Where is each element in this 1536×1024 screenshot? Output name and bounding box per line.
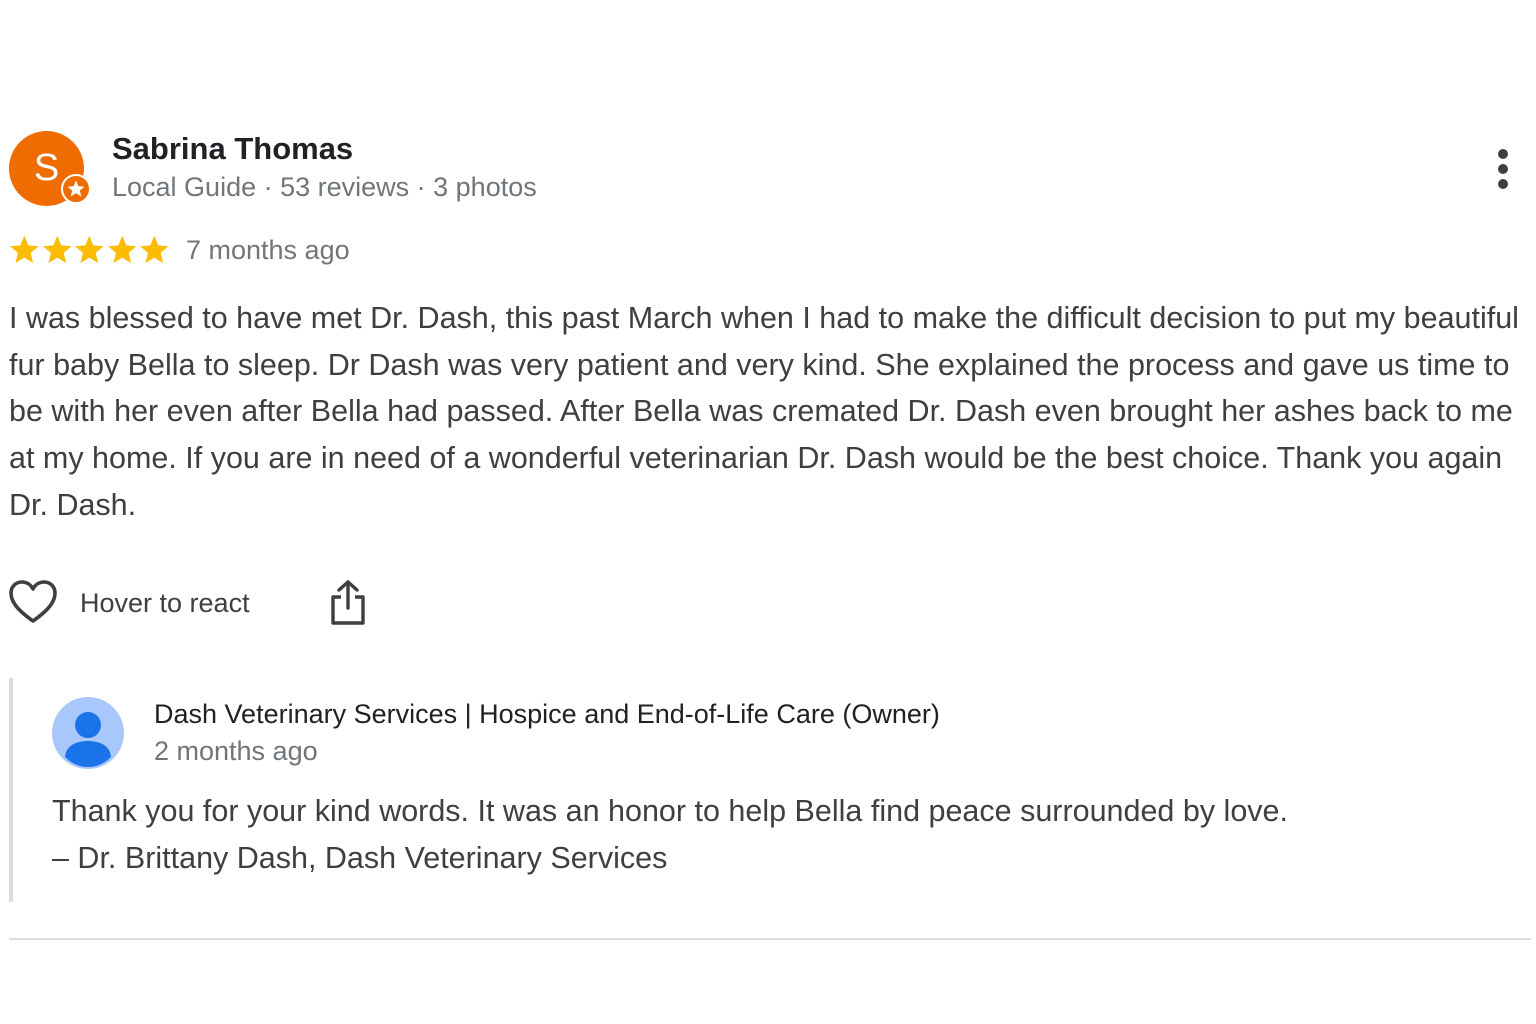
default-person-avatar-icon bbox=[52, 697, 124, 769]
review-text: I was blessed to have met Dr. Dash, this… bbox=[9, 301, 1519, 522]
owner-response-text: Thank you for your kind words. It was an… bbox=[52, 788, 1512, 882]
owner-name: Dash Veterinary Services | Hospice and E… bbox=[154, 699, 940, 729]
reviewer-avatar[interactable]: S bbox=[9, 131, 91, 206]
owner-response-line: Thank you for your kind words. It was an… bbox=[52, 794, 1288, 828]
star-rating bbox=[8, 233, 171, 267]
star-icon bbox=[140, 235, 169, 264]
review-divider bbox=[9, 938, 1531, 940]
star-icon bbox=[10, 235, 39, 264]
owner-response-time: 2 months ago bbox=[154, 736, 318, 766]
owner-response-signature: – Dr. Brittany Dash, Dash Veterinary Ser… bbox=[52, 841, 668, 875]
reviewer-meta: Local Guide · 53 reviews · 3 photos bbox=[112, 172, 537, 202]
react-button[interactable]: Hover to react bbox=[8, 578, 250, 628]
star-icon bbox=[107, 235, 137, 264]
star-icon bbox=[42, 235, 72, 264]
share-icon[interactable] bbox=[328, 578, 368, 628]
more-vert-icon[interactable] bbox=[1484, 146, 1522, 192]
local-guide-star-icon bbox=[61, 174, 91, 204]
review-time: 7 months ago bbox=[186, 235, 350, 265]
star-icon bbox=[75, 235, 104, 264]
owner-response-bar bbox=[9, 678, 13, 902]
heart-outline-icon bbox=[9, 580, 57, 623]
react-label: Hover to react bbox=[80, 587, 250, 618]
reviewer-name[interactable]: Sabrina Thomas bbox=[112, 131, 353, 167]
